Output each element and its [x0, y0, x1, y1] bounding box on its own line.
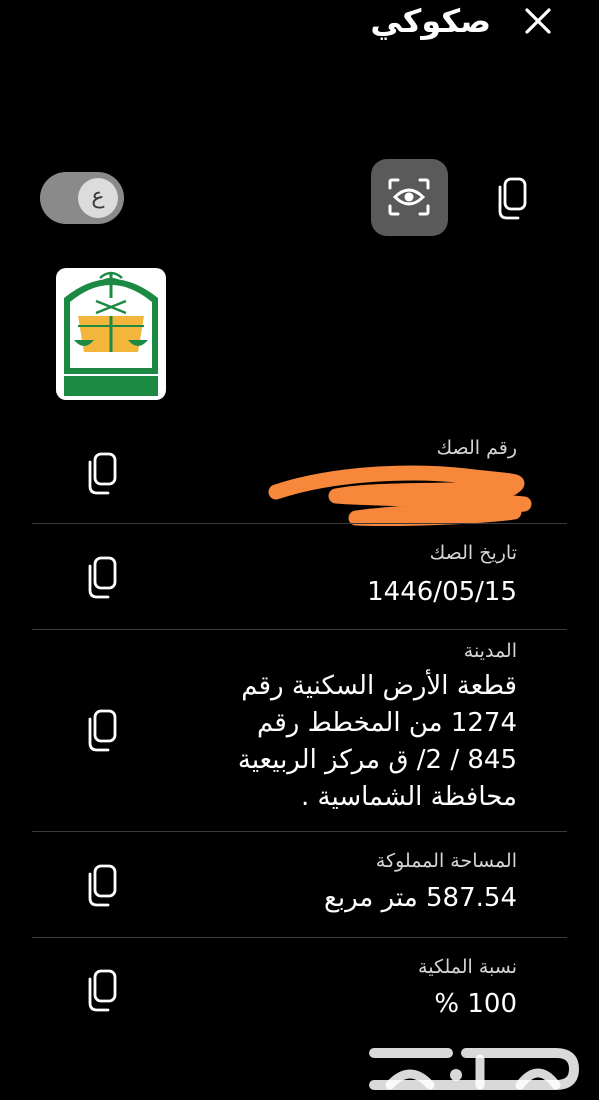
city-label: المدينة: [463, 640, 517, 662]
city-field: المدينة قطعة الأرض السكنية رقم 1274 من ا…: [238, 640, 517, 816]
copy-icon: [88, 864, 117, 907]
redaction-scribble: [266, 462, 532, 532]
divider: [32, 523, 567, 524]
copy-icon: [88, 556, 117, 599]
copy-icon: [88, 969, 117, 1012]
toggle-knob: ع: [78, 178, 118, 218]
copy-deed-number-button[interactable]: [84, 451, 118, 501]
divider: [32, 831, 567, 832]
divider: [32, 629, 567, 630]
divider: [32, 937, 567, 938]
deed-number-field: رقم الصك: [437, 437, 518, 459]
copy-city-button[interactable]: [84, 708, 118, 758]
deed-number-label: رقم الصك: [436, 437, 518, 459]
ministry-logo: [56, 268, 166, 400]
city-value: قطعة الأرض السكنية رقم 1274 من المخطط رق…: [237, 671, 517, 812]
copy-owned-area-button[interactable]: [84, 863, 118, 913]
copy-icon: [498, 177, 527, 220]
owned-area-field: المساحة المملوكة 587.54 متر مربع: [324, 850, 517, 917]
language-toggle[interactable]: ع: [40, 172, 124, 224]
owned-area-value: 587.54 متر مربع: [324, 883, 517, 913]
ownership-ratio-value: 100 %: [434, 989, 517, 1019]
reveal-button[interactable]: [371, 159, 448, 236]
eye-scan-icon: [388, 178, 430, 216]
deed-date-field: تاريخ الصك 1446/05/15: [367, 542, 517, 611]
ownership-ratio-label: نسبة الملكية: [418, 956, 517, 978]
copy-ownership-ratio-button[interactable]: [84, 968, 118, 1018]
owned-area-label: المساحة المملوكة: [375, 850, 517, 872]
ownership-ratio-field: نسبة الملكية 100 %: [418, 956, 517, 1023]
deed-date-value: 1446/05/15: [367, 577, 517, 607]
deed-date-label: تاريخ الصك: [429, 542, 517, 564]
copy-icon: [88, 452, 117, 495]
close-icon[interactable]: [523, 6, 553, 36]
haraj-watermark: [360, 1035, 585, 1099]
page-title: صكوكي: [370, 2, 491, 40]
copy-all-button[interactable]: [494, 176, 528, 226]
copy-icon: [88, 709, 117, 752]
copy-deed-date-button[interactable]: [84, 555, 118, 605]
